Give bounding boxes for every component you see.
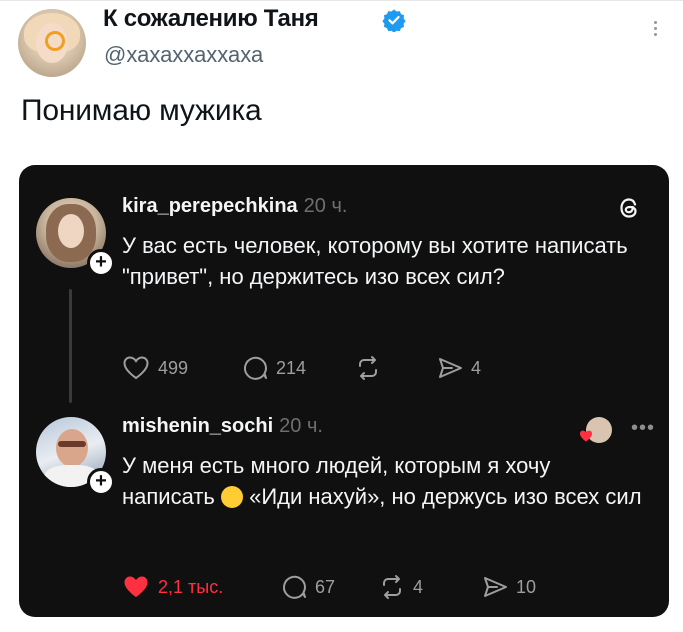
post2-comment-button[interactable]: 67 — [281, 574, 335, 600]
threads-logo-icon — [620, 198, 637, 218]
share-icon — [484, 577, 507, 597]
post1-comment-count: 214 — [276, 357, 307, 378]
verified-badge-icon — [382, 9, 406, 32]
post2-username: mishenin_sochi — [122, 415, 274, 437]
more-vertical-icon[interactable] — [648, 18, 662, 46]
post2-time: 20 ч. — [279, 415, 323, 437]
post1-repost-button[interactable] — [355, 355, 389, 381]
heart-filled-icon — [124, 576, 148, 597]
post2-username-row: mishenin_sochi 20 ч. — [122, 415, 323, 438]
post2-share-button[interactable]: 10 — [482, 574, 536, 600]
thread-line — [69, 289, 72, 403]
post1-comment-button[interactable]: 214 — [242, 355, 306, 381]
comment-icon — [244, 356, 267, 380]
author-avatar[interactable] — [18, 9, 86, 77]
post1-username: kira_perepechkina — [122, 195, 298, 217]
author-handle[interactable]: @хахаххаххаха — [104, 42, 263, 68]
post2-like-button[interactable]: 2,1 тыс. — [122, 574, 223, 600]
top-border — [0, 0, 683, 1]
post2-repost-count: 4 — [413, 576, 424, 597]
post1-share-count: 4 — [471, 357, 482, 378]
more-horizontal-icon[interactable]: ••• — [631, 417, 655, 440]
post1-like-count: 499 — [158, 357, 189, 378]
post2-repost-button[interactable]: 4 — [379, 574, 423, 600]
share-icon — [439, 358, 462, 378]
author-name[interactable]: К сожалению Таня — [103, 5, 319, 33]
post1-time: 20 ч. — [303, 195, 348, 217]
tweet-text: Понимаю мужика — [21, 94, 262, 127]
post1-text: У вас есть человек, которому вы хотите н… — [122, 233, 628, 289]
repost-icon — [383, 575, 401, 599]
repost-icon — [359, 356, 377, 380]
heart-icon — [123, 356, 149, 380]
comment-icon — [283, 575, 306, 599]
post2-like-count: 2,1 тыс. — [158, 576, 224, 597]
threads-screenshot-card: + kira_perepechkina 20 ч. У вас есть чело… — [19, 165, 669, 617]
post1-username-row: kira_perepechkina 20 ч. — [122, 195, 347, 218]
liked-heart-icon — [580, 430, 592, 442]
post1-share-button[interactable]: 4 — [437, 355, 481, 381]
post2-text: У меня есть много людей, которым я хочу … — [122, 450, 642, 512]
post1-like-button[interactable]: 499 — [122, 355, 188, 381]
post2-share-count: 10 — [516, 576, 537, 597]
follow-plus-icon: + — [87, 249, 115, 277]
post2-text-end: «Иди нахуй», но держусь изо всех сил — [243, 484, 642, 509]
rofl-emoji-icon — [221, 486, 243, 508]
post2-comment-count: 67 — [315, 576, 336, 597]
follow-plus-icon: + — [87, 468, 115, 496]
